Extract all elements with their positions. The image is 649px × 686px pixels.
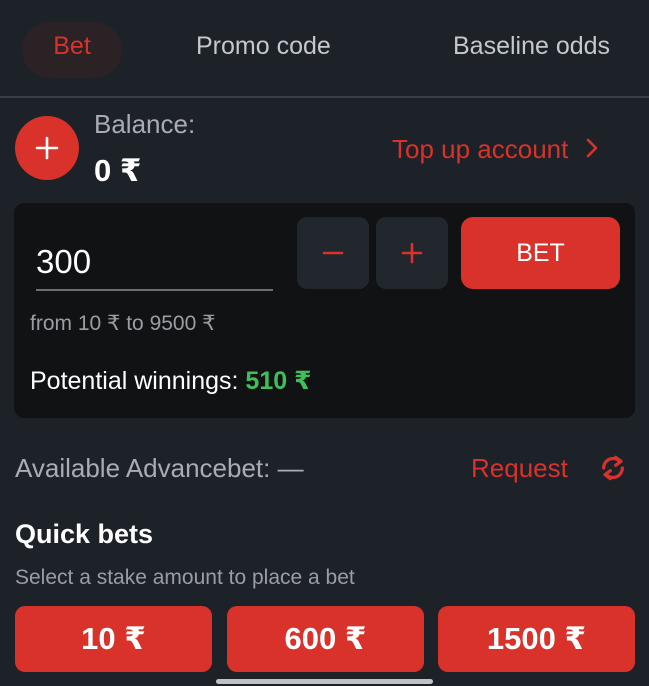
stake-range: from 10 ₹ to 9500 ₹: [30, 312, 216, 335]
potential-winnings-label: Potential winnings:: [30, 367, 239, 395]
balance-label: Balance:: [94, 109, 196, 139]
potential-winnings-value: 510 ₹: [245, 367, 312, 395]
available-advancebet: Available Advancebet: —: [15, 453, 304, 483]
stake-input[interactable]: 300: [36, 243, 91, 281]
refresh-icon[interactable]: [597, 452, 629, 489]
tab-promo-code[interactable]: Promo code: [196, 22, 331, 78]
potential-winnings: Potential winnings: 510 ₹: [30, 366, 311, 396]
plus-icon: [35, 136, 59, 160]
add-funds-button[interactable]: [15, 116, 79, 180]
home-indicator[interactable]: [216, 679, 433, 684]
request-advancebet-button[interactable]: Request: [471, 453, 568, 484]
tab-bet[interactable]: Bet: [22, 22, 122, 78]
plus-icon: [401, 242, 423, 264]
top-up-account-link[interactable]: Top up account: [392, 134, 598, 165]
quick-bets-subtitle: Select a stake amount to place a bet: [15, 566, 355, 589]
balance-value: 0 ₹: [94, 153, 142, 188]
minus-icon: [322, 251, 344, 255]
tab-baseline-odds[interactable]: Baseline odds: [453, 22, 610, 78]
tab-bar: Bet Promo code Baseline odds: [0, 0, 649, 98]
quick-bet-button[interactable]: 1500 ₹: [438, 606, 635, 672]
stake-card: 300 BET from 10 ₹ to 9500 ₹ Potential wi…: [14, 203, 635, 418]
quick-bet-button[interactable]: 600 ₹: [227, 606, 424, 672]
stake-input-underline: [36, 289, 273, 291]
increase-stake-button[interactable]: [376, 217, 448, 289]
quick-bets-title: Quick bets: [15, 519, 154, 549]
top-up-label: Top up account: [392, 134, 569, 164]
decrease-stake-button[interactable]: [297, 217, 369, 289]
chevron-right-icon: [586, 134, 598, 165]
bet-button[interactable]: BET: [461, 217, 620, 289]
quick-bet-button[interactable]: 10 ₹: [15, 606, 212, 672]
